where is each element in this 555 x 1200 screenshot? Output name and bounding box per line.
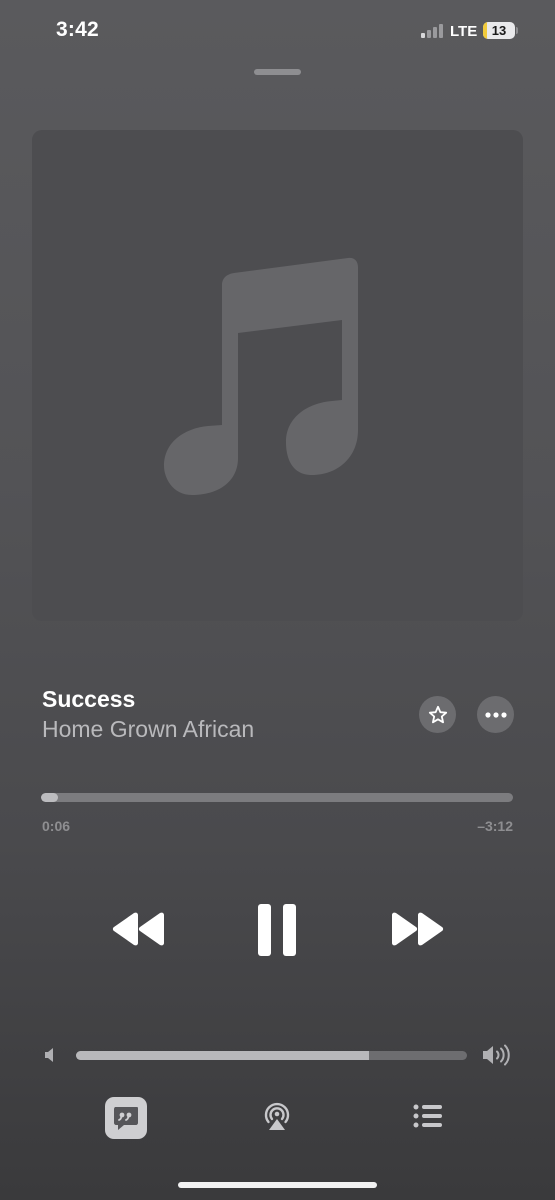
music-note-icon	[164, 257, 358, 495]
next-track-button[interactable]	[389, 911, 445, 952]
speaker-high-icon	[482, 1044, 512, 1071]
cellular-signal-icon	[421, 24, 445, 38]
more-options-button[interactable]	[477, 696, 514, 733]
list-icon	[413, 1104, 442, 1128]
battery-icon: 13	[483, 22, 515, 39]
star-icon	[428, 705, 447, 723]
album-artwork	[32, 130, 523, 621]
battery-tip	[516, 27, 518, 34]
sheet-grabber[interactable]	[254, 69, 301, 75]
speaker-low-icon	[44, 1047, 58, 1068]
battery-level: 13	[491, 23, 507, 38]
airplay-button[interactable]	[261, 1100, 293, 1137]
remaining-time: –3:12	[477, 818, 513, 834]
play-pause-button[interactable]	[256, 904, 298, 961]
favorite-button[interactable]	[419, 696, 456, 733]
elapsed-time: 0:06	[42, 818, 71, 834]
airplay-icon	[264, 1102, 290, 1130]
playback-scrubber[interactable]	[41, 793, 513, 802]
pause-icon	[258, 904, 296, 956]
rewind-icon	[112, 912, 164, 946]
status-time: 3:42	[56, 18, 99, 41]
ellipsis-icon	[484, 711, 507, 718]
home-indicator[interactable]	[178, 1182, 377, 1188]
track-artist[interactable]: Home Grown African	[42, 716, 254, 743]
track-title: Success	[42, 686, 136, 712]
playing-next-queue-button[interactable]	[412, 1103, 444, 1134]
volume-level-fill	[76, 1051, 370, 1060]
previous-track-button[interactable]	[111, 911, 167, 952]
lyrics-quote-icon	[114, 1107, 138, 1130]
fast-forward-icon	[392, 912, 444, 946]
playback-progress-fill	[41, 793, 58, 802]
lyrics-button[interactable]	[105, 1097, 147, 1139]
network-type: LTE	[450, 23, 478, 40]
volume-slider[interactable]	[76, 1051, 467, 1060]
